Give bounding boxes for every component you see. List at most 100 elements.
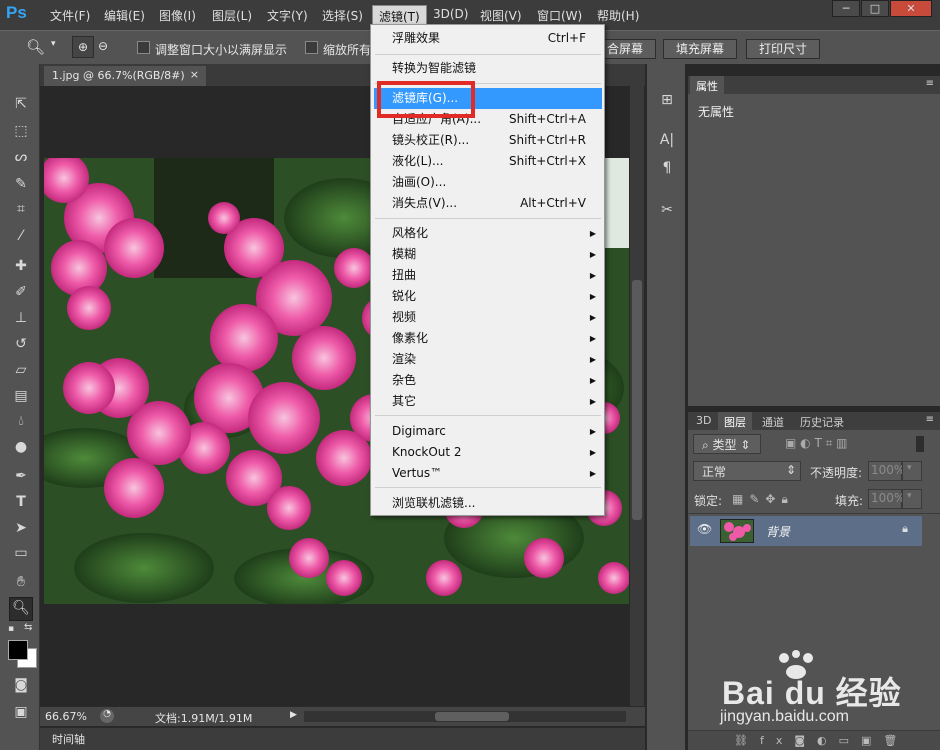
healing-brush-icon[interactable]: ✚ (11, 256, 31, 276)
hand-tool-icon[interactable]: ✋︎ (11, 572, 31, 592)
menu-item-emboss[interactable]: 浮雕效果 Ctrl+F (392, 28, 602, 49)
tab-layers[interactable]: 图层 (718, 412, 752, 430)
lock-icons[interactable]: ▦✎✥🔒︎ (732, 492, 794, 507)
history-panel-icon[interactable]: ⊞ (657, 90, 677, 110)
menu-item-sharpen[interactable]: 锐化 ▶ (392, 286, 602, 307)
menu-item-video[interactable]: 视频 ▶ (392, 307, 602, 328)
zoom-in-icon[interactable]: ⊕ (72, 36, 94, 58)
menu-item-pixelate[interactable]: 像素化 ▶ (392, 328, 602, 349)
blur-tool-icon[interactable]: 💧︎ (11, 411, 31, 431)
menu-window[interactable]: 窗口(W) (537, 7, 582, 24)
menu-item-noise[interactable]: 杂色 ▶ (392, 370, 602, 391)
menu-file[interactable]: 文件(F) (50, 7, 90, 24)
document-tab[interactable]: 1.jpg @ 66.7%(RGB/8#) × (44, 66, 206, 86)
resize-windows-checkbox[interactable] (137, 41, 150, 54)
quick-select-tool-icon[interactable]: ✎ (11, 174, 31, 194)
zoom-all-checkbox[interactable] (305, 41, 318, 54)
timeline-panel-bar[interactable]: 时间轴 (40, 727, 645, 750)
document-info-icon[interactable]: ◔ (100, 709, 114, 723)
status-menu-arrow-icon[interactable]: ▶ (290, 710, 297, 720)
fill-input[interactable]: 100% (868, 489, 905, 509)
fill-dropdown-icon[interactable]: ▾ (902, 489, 922, 509)
eraser-tool-icon[interactable]: ▱ (11, 360, 31, 380)
zoom-all-label: 缩放所有 (323, 43, 372, 57)
menu-layer[interactable]: 图层(L) (212, 7, 252, 24)
blend-mode-select[interactable]: 正常 ⇕ (693, 461, 801, 481)
horizontal-scroll-thumb[interactable] (435, 712, 509, 721)
menu-help[interactable]: 帮助(H) (597, 7, 639, 24)
menu-item-distort[interactable]: 扭曲 ▶ (392, 265, 602, 286)
panel-menu-icon[interactable]: ≡ (926, 78, 934, 89)
menu-item-vertus[interactable]: Vertus™ ▶ (392, 463, 602, 484)
opacity-dropdown-icon[interactable]: ▾ (902, 461, 922, 481)
history-brush-icon[interactable]: ↺ (11, 334, 31, 354)
filter-icons[interactable]: ▣ ◐ T ⌗ ▥ (785, 436, 848, 451)
menu-item-digimarc[interactable]: Digimarc ▶ (392, 421, 602, 442)
menu-item-blur[interactable]: 模糊 ▶ (392, 244, 602, 265)
menu-item-liquify[interactable]: 液化(L)... Shift+Ctrl+X (392, 151, 602, 172)
zoom-out-icon[interactable]: ⊖ (98, 39, 108, 53)
zoom-tool-icon[interactable]: 🔍︎ (26, 38, 45, 56)
panel-menu-icon[interactable]: ≡ (926, 414, 934, 425)
gradient-tool-icon[interactable]: ▤ (11, 386, 31, 406)
tab-properties[interactable]: 属性 (690, 76, 724, 94)
default-colors-icon[interactable]: ▪ (8, 624, 18, 634)
zoom-tool-icon[interactable]: 🔍︎ (9, 597, 33, 621)
marquee-tool-icon[interactable]: ⬚ (11, 121, 31, 141)
visibility-eye-icon[interactable]: 👁︎ (697, 522, 712, 536)
opacity-input[interactable]: 100% (868, 461, 905, 481)
tool-presets-icon[interactable]: ✂ (657, 200, 677, 220)
menu-item-oil-paint[interactable]: 油画(O)... (392, 172, 602, 193)
menu-type[interactable]: 文字(Y) (267, 7, 308, 24)
type-tool-icon[interactable]: T (11, 492, 31, 512)
tab-3d[interactable]: 3D (690, 412, 717, 430)
tab-history[interactable]: 历史记录 (794, 412, 850, 430)
zoom-level[interactable]: 66.67% (45, 710, 87, 723)
layer-filter-kind[interactable]: ⌕ 类型 ⇕ (693, 434, 761, 454)
menu-item-convert-smart-filter[interactable]: 转换为智能滤镜 (392, 58, 602, 79)
foreground-color-swatch[interactable] (8, 640, 28, 660)
swap-colors-icon[interactable]: ⇆ (24, 622, 32, 633)
tab-channels[interactable]: 通道 (756, 412, 790, 430)
fill-screen-button[interactable]: 填充屏幕 (663, 39, 738, 59)
menu-item-other[interactable]: 其它 ▶ (392, 391, 602, 412)
layers-footer-buttons[interactable]: ⛓fx◙◐▭▣🗑︎ (688, 730, 940, 750)
shape-tool-icon[interactable]: ▭ (11, 543, 31, 563)
menu-item-stylize[interactable]: 风格化 ▶ (392, 223, 602, 244)
close-tab-icon[interactable]: × (190, 68, 199, 81)
paragraph-panel-icon[interactable]: ¶ (657, 158, 677, 178)
layer-row-background[interactable]: 👁︎ 背景 🔒︎ (690, 516, 922, 546)
menu-select[interactable]: 选择(S) (322, 7, 363, 24)
crop-tool-icon[interactable]: ⌗ (11, 199, 31, 219)
quick-mask-icon[interactable]: ◙ (11, 675, 31, 695)
vertical-scroll-thumb[interactable] (632, 280, 642, 520)
layer-name[interactable]: 背景 (766, 523, 790, 540)
chevron-down-icon[interactable]: ▾ (51, 39, 56, 49)
minimize-button[interactable]: ─ (832, 0, 860, 17)
menu-edit[interactable]: 编辑(E) (104, 7, 145, 24)
path-select-tool-icon[interactable]: ➤ (11, 518, 31, 538)
print-size-button[interactable]: 打印尺寸 (746, 39, 821, 59)
move-tool-icon[interactable]: ⇱ (11, 94, 31, 114)
lasso-tool-icon[interactable]: ᔕ (11, 147, 31, 167)
brush-tool-icon[interactable]: ✐ (11, 282, 31, 302)
pen-tool-icon[interactable]: ✒ (11, 466, 31, 486)
screen-mode-icon[interactable]: ▣ (11, 702, 31, 722)
maximize-button[interactable]: □ (861, 0, 889, 17)
menu-view[interactable]: 视图(V) (480, 7, 522, 24)
dodge-tool-icon[interactable]: ● (11, 437, 31, 457)
character-panel-icon[interactable]: A| (657, 130, 677, 150)
menu-item-render[interactable]: 渲染 ▶ (392, 349, 602, 370)
menu-image[interactable]: 图像(I) (159, 7, 196, 24)
close-button[interactable]: ✕ (890, 0, 932, 17)
menu-item-lens-correction[interactable]: 镜头校正(R)... Shift+Ctrl+R (392, 130, 602, 151)
fit-screen-button[interactable]: 合屏幕 (596, 39, 657, 59)
menu-item-knockout[interactable]: KnockOut 2 ▶ (392, 442, 602, 463)
menu-item-browse-online-filters[interactable]: 浏览联机滤镜... (392, 493, 602, 514)
stamp-tool-icon[interactable]: ⊥ (11, 308, 31, 328)
filter-toggle[interactable] (916, 436, 924, 452)
menu-3d[interactable]: 3D(D) (433, 7, 468, 21)
document-size: 文档:1.91M/1.91M (155, 712, 253, 725)
eyedropper-tool-icon[interactable]: ⁄ (11, 226, 31, 246)
menu-item-vanishing-point[interactable]: 消失点(V)... Alt+Ctrl+V (392, 193, 602, 214)
